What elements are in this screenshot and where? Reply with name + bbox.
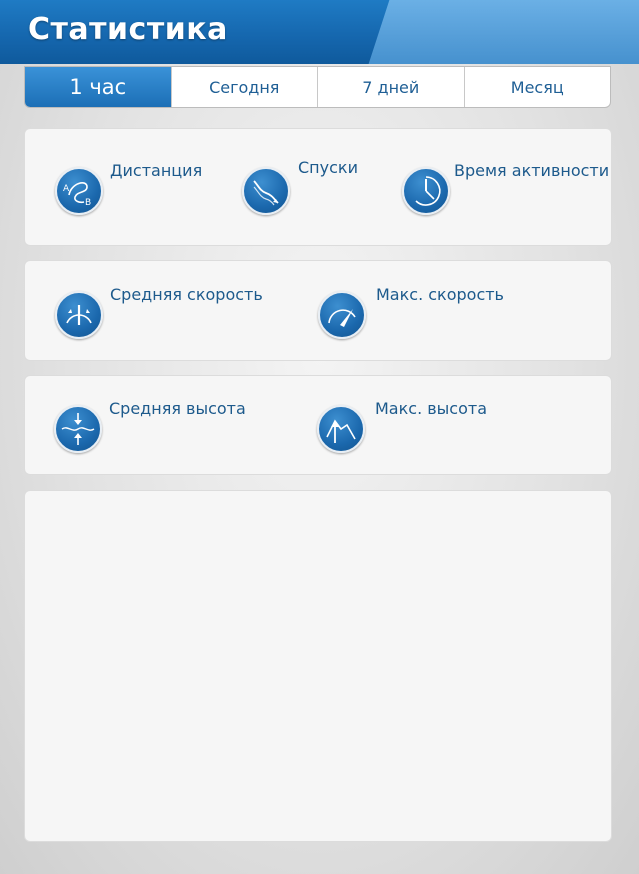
speedometer-icon (55, 291, 103, 339)
descents-icon (242, 167, 290, 215)
period-tabs: 1 час Сегодня 7 дней Месяц (24, 66, 611, 108)
stats-details-panel (24, 490, 612, 842)
stat-max-altitude-label: Макс. высота (375, 399, 488, 418)
stat-descents-label: Спуски (298, 158, 358, 177)
tab-1-hour[interactable]: 1 час (25, 67, 171, 107)
stats-panel-route: A B Дистанция Спуски Время активности (24, 128, 612, 246)
stat-avg-speed-label: Средняя скорость (110, 285, 263, 304)
header-shine (368, 0, 639, 64)
tab-today[interactable]: Сегодня (170, 67, 318, 107)
clock-icon (402, 167, 450, 215)
stats-panel-speed: Средняя скорость Макс. скорость (24, 260, 612, 361)
gauge-icon (318, 291, 366, 339)
stat-distance-label: Дистанция (110, 161, 203, 180)
stats-panel-altitude: Средняя высота Макс. высота (24, 375, 612, 475)
stat-avg-altitude-label: Средняя высота (109, 399, 246, 418)
stat-max-speed-label: Макс. скорость (376, 285, 504, 304)
tab-7-days[interactable]: 7 дней (317, 67, 464, 107)
altitude-avg-icon (54, 405, 102, 453)
altitude-max-icon (317, 405, 365, 453)
page-title: Статистика (28, 12, 228, 47)
header-bar: Статистика (0, 0, 639, 64)
stat-active-time-label: Время активности (454, 161, 610, 180)
distance-icon: A B (55, 167, 103, 215)
svg-text:B: B (85, 198, 91, 208)
tab-month[interactable]: Месяц (463, 67, 611, 107)
